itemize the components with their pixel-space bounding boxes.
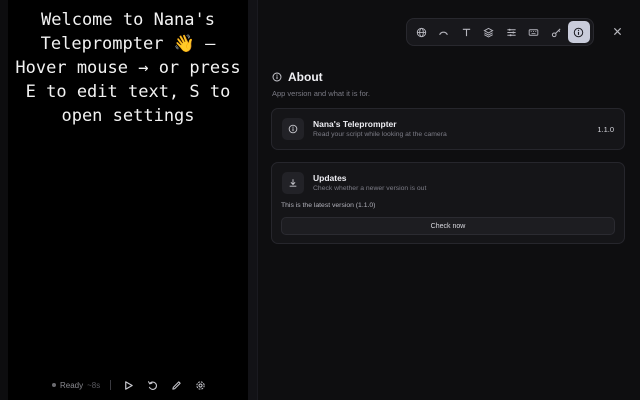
info-icon [272, 72, 282, 82]
tab-language[interactable] [410, 21, 433, 43]
settings-panel: About App version and what it is for. Na… [258, 0, 640, 400]
update-status: This is the latest version (1.1.0) [281, 202, 376, 209]
tab-license[interactable] [545, 21, 568, 43]
tab-speed[interactable] [433, 21, 456, 43]
app-icon-tile [282, 118, 304, 140]
restart-icon [147, 380, 157, 390]
play-button[interactable] [121, 378, 135, 392]
layers-icon [483, 27, 494, 38]
play-icon [124, 380, 133, 390]
status-dot-icon [52, 383, 56, 387]
info-icon [574, 27, 584, 37]
app-name: Nana's Teleprompter [313, 119, 397, 129]
check-now-button[interactable]: Check now [281, 217, 615, 235]
page-title: About [288, 70, 323, 84]
prompter-controls: Ready ~8s [8, 370, 248, 400]
updates-card: Updates Check whether a newer version is… [271, 162, 625, 244]
tab-text[interactable] [455, 21, 478, 43]
app-version: 1.1.0 [597, 125, 614, 134]
speed-gauge-icon [439, 31, 449, 35]
tab-shortcuts[interactable] [523, 21, 546, 43]
tab-layers[interactable] [478, 21, 501, 43]
status-indicator: Ready ~8s [52, 381, 100, 390]
prompter-pane[interactable]: Welcome to Nana's Teleprompter 👋 — Hover… [8, 0, 248, 400]
text-icon [462, 28, 470, 36]
download-icon [289, 179, 297, 187]
gear-icon [196, 380, 205, 390]
updates-title: Updates [313, 173, 347, 183]
tab-adjustments[interactable] [500, 21, 523, 43]
page-description: App version and what it is for. [272, 89, 370, 98]
update-icon-tile [282, 172, 304, 194]
controls-divider [110, 380, 112, 390]
close-button[interactable] [610, 24, 624, 38]
script-text[interactable]: Welcome to Nana's Teleprompter 👋 — Hover… [8, 8, 248, 128]
pencil-icon [172, 380, 181, 390]
tab-about[interactable] [567, 21, 590, 43]
settings-button[interactable] [193, 378, 207, 392]
edit-button[interactable] [169, 378, 183, 392]
globe-icon [416, 27, 426, 37]
restart-button[interactable] [145, 378, 159, 392]
sliders-icon [507, 28, 516, 36]
updates-subtitle: Check whether a newer version is out [313, 185, 427, 192]
app-tagline: Read your script while looking at the ca… [313, 131, 447, 138]
info-icon [288, 124, 298, 134]
close-icon [613, 27, 621, 35]
time-remaining: ~8s [87, 380, 101, 390]
section-header: About [272, 70, 323, 84]
keyboard-icon [528, 28, 539, 36]
settings-toolbar [406, 18, 594, 46]
key-icon [551, 27, 561, 37]
app-info-card: Nana's Teleprompter Read your script whi… [271, 108, 625, 150]
pane-divider[interactable] [248, 0, 258, 400]
status-text: Ready [60, 380, 84, 390]
